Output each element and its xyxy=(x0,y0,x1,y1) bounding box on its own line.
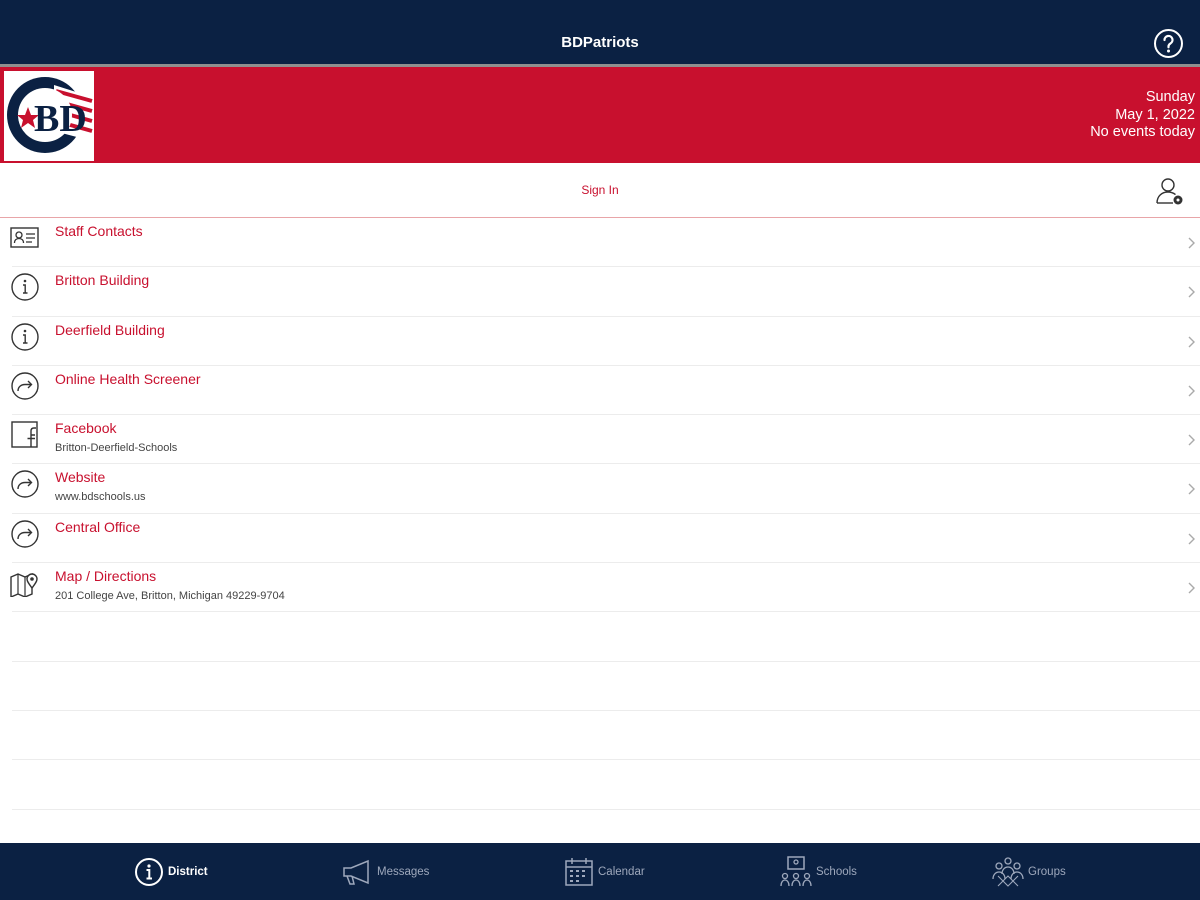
tab-calendar[interactable]: Calendar xyxy=(564,843,645,900)
empty-list-row xyxy=(12,612,1200,662)
list-item-label: Online Health Screener xyxy=(55,370,201,387)
chevron-right-icon xyxy=(1188,385,1195,397)
list-item-britton-building[interactable]: Britton Building xyxy=(11,267,1200,317)
date-label: May 1, 2022 xyxy=(1115,106,1195,123)
list-item-subtitle: www.bdschools.us xyxy=(55,491,146,504)
bottom-tab-bar: District Messages Calendar Schools Group… xyxy=(0,843,1200,900)
sign-in-link[interactable]: Sign In xyxy=(0,183,1200,197)
list-item-subtitle: 201 College Ave, Britton, Michigan 49229… xyxy=(55,590,285,603)
tab-label: Schools xyxy=(816,865,857,878)
info-icon xyxy=(135,857,163,886)
groups-icon xyxy=(992,856,1024,887)
tab-label: Groups xyxy=(1028,865,1066,878)
info-icon xyxy=(11,273,39,301)
megaphone-icon xyxy=(343,859,369,885)
chevron-right-icon xyxy=(1188,533,1195,545)
facebook-icon xyxy=(11,421,38,448)
tab-label: Calendar xyxy=(598,865,645,878)
list-item-label: Deerfield Building xyxy=(55,321,165,338)
list-item-label: Map / Directions xyxy=(55,568,157,585)
schools-icon xyxy=(780,855,812,886)
empty-list-row xyxy=(12,711,1200,761)
list-item-online-health-screener[interactable]: Online Health Screener xyxy=(11,366,1200,416)
today-summary: Sunday May 1, 2022 No events today xyxy=(1090,89,1195,142)
list-item-deerfield-building[interactable]: Deerfield Building xyxy=(11,317,1200,366)
help-circle-icon[interactable] xyxy=(1153,28,1184,59)
list-item-label: Staff Contacts xyxy=(55,223,143,239)
list-item-label: Website xyxy=(55,469,106,486)
contact-card-icon xyxy=(10,227,39,248)
district-logo: BD xyxy=(4,71,94,161)
chevron-right-icon xyxy=(1188,336,1195,348)
app-title: BDPatriots xyxy=(561,34,639,51)
empty-list-row xyxy=(12,662,1200,711)
top-navigation-bar: BDPatriots xyxy=(0,0,1200,64)
user-settings-icon[interactable] xyxy=(1155,176,1185,206)
chevron-right-icon xyxy=(1188,286,1195,298)
chevron-right-icon xyxy=(1188,434,1195,446)
app-root: BDPatriots BD Sunday May 1, 2022 No even… xyxy=(0,0,1200,900)
empty-list-row xyxy=(12,760,1200,810)
list-item-label: Britton Building xyxy=(55,272,150,289)
tab-label: Messages xyxy=(377,865,430,878)
chevron-right-icon xyxy=(1188,483,1195,495)
tab-schools[interactable]: Schools xyxy=(780,843,857,900)
logo-letters: BD xyxy=(34,98,87,140)
calendar-icon xyxy=(565,857,593,886)
list-item-central-office[interactable]: Central Office xyxy=(11,514,1200,564)
tab-groups[interactable]: Groups xyxy=(992,843,1066,900)
list-item-label: Facebook xyxy=(55,420,117,437)
district-banner: BD Sunday May 1, 2022 No events today xyxy=(0,67,1200,163)
day-label: Sunday xyxy=(1145,89,1195,105)
share-arrow-icon xyxy=(11,372,39,400)
list-item-subtitle: Britton-Deerfield-Schools xyxy=(55,442,178,455)
tab-label: District xyxy=(168,865,208,878)
tab-messages[interactable]: Messages xyxy=(341,843,429,900)
events-label: No events today xyxy=(1090,124,1195,140)
info-icon xyxy=(11,322,39,351)
list-item-facebook[interactable]: Facebook Britton-Deerfield-Schools xyxy=(11,415,1200,465)
list-item-label: Central Office xyxy=(55,518,141,535)
chevron-right-icon xyxy=(1188,237,1195,249)
list-item-website[interactable]: Website www.bdschools.us xyxy=(11,464,1200,514)
sign-in-row[interactable]: Sign In xyxy=(0,163,1200,218)
list-item-staff-contacts[interactable]: Staff Contacts xyxy=(10,218,1200,268)
chevron-right-icon xyxy=(1188,582,1195,594)
share-arrow-icon xyxy=(11,470,39,499)
district-links-list: Staff Contacts Britton Building Deerfiel… xyxy=(0,218,1200,810)
tab-district[interactable]: District xyxy=(134,843,208,900)
share-arrow-icon xyxy=(11,520,39,548)
list-item-map-directions[interactable]: Map / Directions 201 College Ave, Britto… xyxy=(10,563,1200,613)
map-pin-icon xyxy=(10,573,38,598)
